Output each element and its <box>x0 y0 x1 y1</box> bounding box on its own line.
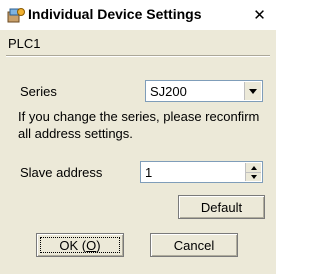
slave-address-label: Slave address <box>20 165 103 180</box>
default-button[interactable]: Default <box>178 195 265 219</box>
series-select[interactable]: SJ200 <box>145 80 263 102</box>
slave-address-stepper[interactable]: 1 <box>140 161 263 183</box>
series-label: Series <box>20 84 57 99</box>
dialog-window: Individual Device Settings ✕ PLC1 Series… <box>0 0 276 274</box>
series-dropdown-button[interactable] <box>244 82 261 100</box>
arrow-down-icon <box>250 174 257 179</box>
window-title: Individual Device Settings <box>28 6 202 22</box>
series-note: If you change the series, please reconfi… <box>18 109 260 141</box>
cancel-button[interactable]: Cancel <box>150 233 238 257</box>
chevron-down-icon <box>249 88 257 94</box>
separator <box>6 55 270 57</box>
close-button[interactable]: ✕ <box>249 5 270 24</box>
slave-address-value[interactable]: 1 <box>145 165 152 180</box>
app-icon <box>7 8 25 23</box>
series-value: SJ200 <box>150 84 187 99</box>
title-bar: Individual Device Settings ✕ <box>0 0 276 30</box>
device-name: PLC1 <box>8 36 41 51</box>
ok-focus-rect <box>40 237 120 253</box>
stepper-buttons <box>245 163 261 181</box>
arrow-up-icon <box>250 165 257 170</box>
close-icon: ✕ <box>253 6 266 24</box>
stepper-down-button[interactable] <box>246 172 261 181</box>
